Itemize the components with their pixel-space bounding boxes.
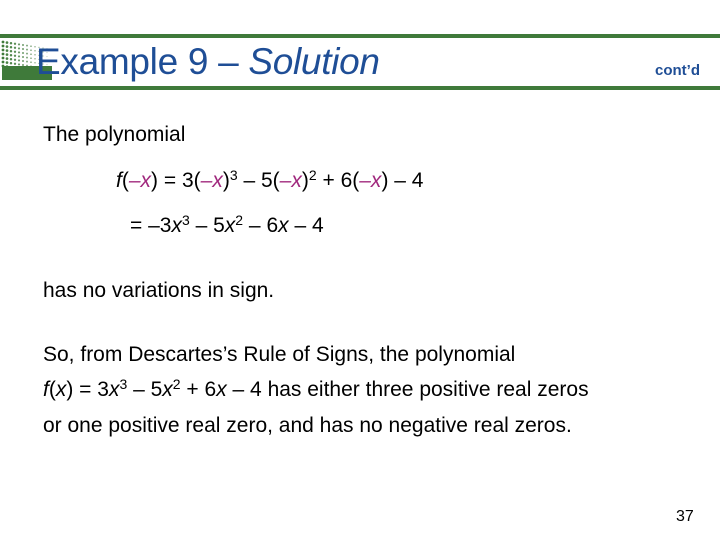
logo-dot [30,65,32,68]
c2-x-2: x [108,378,120,401]
logo-dot [1,44,5,48]
eq1-negx-4: –x [359,169,382,192]
eq1-exp2: 2 [308,167,317,183]
eq2-x-2: x [224,214,236,237]
logo-dot [17,59,21,62]
title-main: Example 9 – [36,41,249,82]
logo-dot [13,50,17,53]
logo-dot [5,41,9,44]
c2-part3: + 6 [180,378,217,401]
conclusion-line-1: So, from Descartes’s Rule of Signs, the … [43,343,516,366]
logo-dot [22,52,24,54]
logo-dot [22,44,24,46]
logo-dot [5,57,9,60]
no-variations-text: has no variations in sign. [43,279,275,302]
equation-line-1: f(–x) = 3(–x)3 – 5(–x)2 + 6(–x) – 4 [116,168,423,194]
logo-dot [26,64,28,67]
logo-dot [13,54,17,57]
logo-dot [13,46,17,49]
c2-tail: – 4 has either three positive real zeros [226,378,589,401]
title-italic: Solution [248,41,380,82]
logo-dot [13,66,17,69]
logo-dot [1,56,5,60]
logo-dot [5,65,9,68]
logo-dot [30,57,32,60]
logo-dot [5,49,9,52]
logo-dot [17,55,21,58]
logo-dot [1,52,5,56]
eq1-exp3: 3 [229,167,238,183]
header-bottom-rule [0,86,720,90]
logo-dot [5,53,9,56]
logo-dot [26,44,28,47]
c2-exp2: 2 [172,376,181,392]
logo-dot [13,58,17,61]
eq1-negx-2: –x [200,169,223,192]
c2-open: ( [48,378,56,401]
intro-text: The polynomial [43,123,186,146]
logo-dot [17,47,21,50]
eq1-negx-1: –x [128,169,152,192]
eq2-lead: = –3 [130,214,172,237]
logo-dot [26,48,28,51]
logo-dot [9,49,13,53]
eq1-open: ( [121,169,129,192]
logo-dot [1,40,5,44]
continued-label: cont’d [655,62,700,79]
c2-part2: – 5 [127,378,163,401]
logo-dot [13,42,17,45]
logo-dot [9,61,13,65]
eq2-part3: – 6 [243,214,279,237]
c2-x-1: x [55,378,67,401]
logo-dot [1,60,5,64]
logo-dot [30,61,32,64]
logo-dot [1,64,5,68]
eq1-tail: ) – 4 [381,169,424,192]
logo-dot [9,53,13,57]
logo-dot [30,49,32,52]
logo-dot [5,45,9,48]
page-number: 37 [676,508,694,525]
logo-dot [22,48,24,50]
eq2-tail: – 4 [288,214,324,237]
eq1-mid2: – 5( [237,169,280,192]
logo-dot [26,56,28,59]
logo-dot [17,43,21,46]
logo-dot [26,52,28,55]
eq2-x-3: x [278,214,289,237]
eq2-part2: – 5 [189,214,225,237]
logo-dot [22,64,24,66]
logo-dot [9,41,13,45]
logo-dot [30,45,32,48]
c2-x-4: x [216,378,227,401]
eq2-x-1: x [171,214,182,237]
eq1-mid3: + 6( [316,169,360,192]
conclusion-line-3: or one positive real zero, and has no ne… [43,414,572,437]
eq1-close-2: ) [301,169,309,192]
logo-dot [9,57,13,61]
logo-dot [17,51,21,54]
logo-dot [9,45,13,49]
logo-dot [30,53,32,56]
slide-title: Example 9 – Solution [36,38,380,86]
eq2-exp3: 3 [181,212,190,228]
logo-dot [13,62,17,65]
eq1-close-1: ) [222,169,230,192]
logo-dot [17,63,21,66]
eq1-mid1: ) = 3( [151,169,201,192]
eq2-exp2: 2 [235,212,244,228]
logo-dot [26,60,28,63]
logo-dot [5,61,9,64]
c2-close: ) = 3 [66,378,109,401]
logo-dot [22,60,24,62]
conclusion-line-2: f(x) = 3x3 – 5x2 + 6x – 4 has either thr… [43,377,589,403]
logo-dot [22,56,24,58]
equation-line-2: = –3x3 – 5x2 – 6x – 4 [130,213,324,239]
c2-x-3: x [162,378,173,401]
logo-dot [9,65,13,69]
logo-dot [1,48,5,52]
eq1-negx-3: –x [279,169,302,192]
